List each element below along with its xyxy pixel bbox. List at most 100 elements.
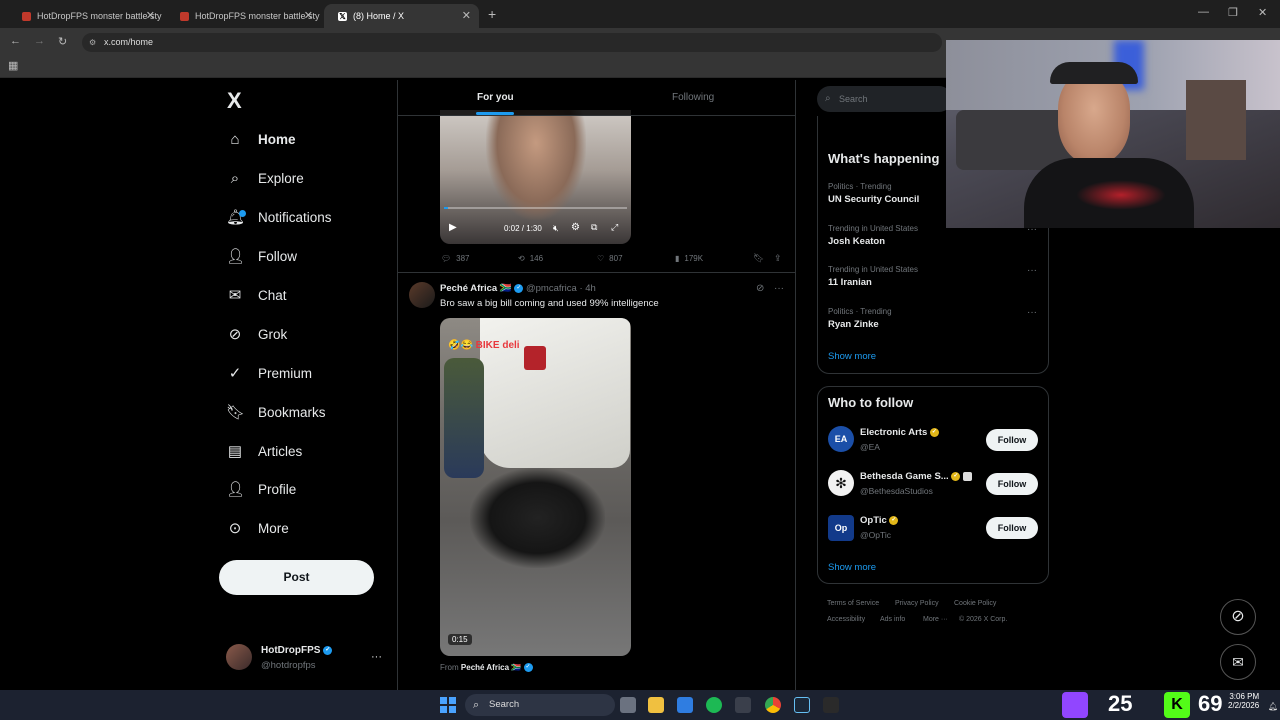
site-info-icon[interactable]: ⚙: [89, 33, 96, 52]
trend-more-icon[interactable]: ···: [1027, 307, 1037, 318]
avatar[interactable]: ✻: [828, 470, 854, 496]
sidebar-item-notifications[interactable]: 🔔︎ Notifications: [226, 202, 332, 232]
task-view-icon[interactable]: [620, 697, 636, 713]
footer-link-cookie[interactable]: Cookie Policy: [954, 600, 996, 607]
address-bar[interactable]: ⚙ x.com/home: [82, 33, 942, 52]
post-button[interactable]: Post: [219, 560, 374, 595]
forward-icon[interactable]: →: [34, 35, 45, 47]
windows-start-icon[interactable]: [440, 697, 456, 713]
trend-item[interactable]: Trending in United States Josh Keaton: [828, 224, 918, 247]
post-author-name[interactable]: Peché Africa: [440, 283, 497, 294]
x-logo-icon: 𝕏: [338, 11, 347, 21]
twitch-icon: [1062, 692, 1088, 718]
grok-icon[interactable]: ⊘: [1220, 599, 1256, 635]
app-icon[interactable]: [823, 697, 839, 713]
footer-link-more[interactable]: More ···: [923, 616, 948, 623]
x-logo-icon[interactable]: X: [227, 88, 242, 114]
close-icon[interactable]: ✕: [304, 9, 313, 22]
trend-more-icon[interactable]: ···: [1027, 265, 1037, 276]
browser-tab[interactable]: HotDropFPS monster battle sty ✕: [166, 4, 321, 28]
restore-icon[interactable]: ❐: [1228, 6, 1238, 19]
suggested-account[interactable]: OpTic ✓ @OpTic: [860, 515, 899, 540]
bell-icon: 🔔︎: [226, 209, 246, 226]
avatar[interactable]: [226, 644, 252, 670]
views-button[interactable]: ▮ 179K: [675, 254, 703, 263]
show-more-link[interactable]: Show more: [828, 562, 876, 573]
follow-button[interactable]: Follow: [986, 517, 1038, 539]
verified-badge-icon: ✓: [323, 645, 333, 655]
apps-grid-icon[interactable]: ▦: [8, 59, 18, 72]
like-button[interactable]: ♡ 807: [597, 254, 623, 263]
video-frame: [470, 468, 605, 568]
post-more-icon[interactable]: ···: [774, 283, 784, 294]
trend-item[interactable]: Politics · Trending Ryan Zinke: [828, 307, 892, 330]
close-icon[interactable]: ✕: [146, 9, 155, 22]
post-author-handle[interactable]: @pmcafrica: [526, 283, 577, 294]
clock[interactable]: 3:06 PM 2/2/2026: [1228, 692, 1259, 710]
video-progress-track[interactable]: [444, 207, 627, 209]
youtube-icon: [180, 11, 189, 21]
file-explorer-icon[interactable]: [648, 697, 664, 713]
sidebar-item-articles[interactable]: ▤ Articles: [226, 436, 302, 466]
pip-icon[interactable]: ⧉: [591, 222, 597, 233]
source-author[interactable]: Peché Africa: [461, 663, 509, 672]
play-icon[interactable]: ▶: [449, 222, 457, 233]
follow-button[interactable]: Follow: [986, 473, 1038, 495]
close-window-icon[interactable]: ✕: [1258, 6, 1267, 19]
reload-icon[interactable]: ↻: [58, 35, 67, 48]
tab-for-you[interactable]: For you: [477, 92, 514, 103]
steam-icon[interactable]: [794, 697, 810, 713]
footer-link-terms[interactable]: Terms of Service: [827, 600, 879, 607]
avatar[interactable]: Op: [828, 515, 854, 541]
sidebar-item-more[interactable]: ⊙ More: [226, 513, 289, 543]
close-icon[interactable]: ✕: [462, 9, 471, 22]
notification-bell-icon[interactable]: 🔔︎: [1268, 702, 1278, 711]
browser-tab-active[interactable]: 𝕏 (8) Home / X ✕: [324, 4, 479, 28]
post-time[interactable]: 4h: [585, 283, 596, 294]
avatar[interactable]: [409, 282, 435, 308]
sidebar-item-chat[interactable]: ✉ Chat: [226, 280, 287, 310]
mail-icon: ✉: [228, 287, 242, 304]
hud-app-icon[interactable]: [735, 697, 751, 713]
grok-icon[interactable]: ⊘: [756, 283, 764, 294]
avatar[interactable]: EA: [828, 426, 854, 452]
video-player[interactable]: 🤣😂 BIKE deli 0:15: [440, 318, 631, 656]
taskbar-search[interactable]: ⌕ Search: [465, 694, 615, 716]
footer-link-accessibility[interactable]: Accessibility: [827, 616, 865, 623]
follow-button[interactable]: Follow: [986, 429, 1038, 451]
sidebar-item-follow[interactable]: 👤︎ Follow: [226, 241, 297, 271]
chrome-icon[interactable]: [765, 697, 781, 713]
sidebar-item-bookmarks[interactable]: 🔖︎ Bookmarks: [226, 397, 326, 427]
suggested-account[interactable]: Bethesda Game S... ✓ @BethesdaStudios: [860, 471, 972, 496]
trend-item[interactable]: Politics · Trending UN Security Council: [828, 182, 919, 205]
fullscreen-icon[interactable]: ⤢: [611, 222, 618, 233]
sidebar-item-explore[interactable]: ⌕ Explore: [226, 163, 304, 193]
mute-icon[interactable]: 🔇︎: [553, 223, 559, 234]
share-icon[interactable]: ⇪: [774, 253, 782, 264]
sidebar-item-profile[interactable]: 👤︎ Profile: [226, 474, 296, 504]
bookmark-icon[interactable]: 🔖︎: [753, 253, 764, 264]
tab-following[interactable]: Following: [672, 92, 714, 103]
reply-button[interactable]: 💬︎ 387: [441, 254, 470, 263]
back-icon[interactable]: ←: [10, 35, 21, 47]
sidebar-item-home[interactable]: ⌂ Home: [226, 124, 295, 154]
sidebar-item-label: Follow: [258, 248, 298, 264]
spotify-icon[interactable]: [706, 697, 722, 713]
search-input[interactable]: ⌕ Search: [817, 86, 952, 112]
settings-icon[interactable]: ⚙: [571, 222, 580, 233]
notepad-icon[interactable]: [677, 697, 693, 713]
repost-button[interactable]: ⟲ 146: [518, 254, 543, 263]
show-more-link[interactable]: Show more: [828, 351, 876, 362]
mail-icon[interactable]: ✉: [1220, 644, 1256, 680]
trend-item[interactable]: Trending in United States 11 Iranian: [828, 265, 918, 288]
footer-link-ads[interactable]: Ads info: [880, 616, 905, 623]
sidebar-item-premium[interactable]: ✓ Premium: [226, 358, 312, 388]
footer-link-privacy[interactable]: Privacy Policy: [895, 600, 939, 607]
minimize-icon[interactable]: —: [1198, 6, 1209, 18]
new-tab-icon[interactable]: +: [488, 6, 496, 22]
account-menu-icon[interactable]: ···: [371, 651, 382, 663]
browser-tab[interactable]: HotDropFPS monster battle sty ✕: [8, 4, 163, 28]
suggested-account[interactable]: Electronic Arts ✓ @EA: [860, 427, 939, 452]
video-player[interactable]: ▶ 0:02 / 1:30 🔇︎ ⚙ ⧉ ⤢: [440, 110, 631, 244]
sidebar-item-grok[interactable]: ⊘ Grok: [226, 319, 288, 349]
